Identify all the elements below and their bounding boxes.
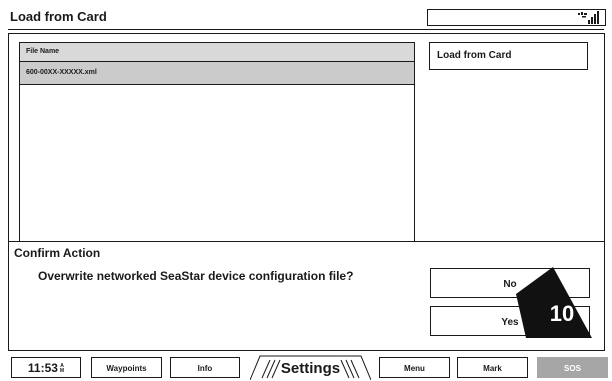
callout-number: 10 [550,301,574,326]
waypoints-button[interactable]: Waypoints [91,357,162,378]
settings-label: Settings [280,360,341,377]
load-from-card-button[interactable]: Load from Card [429,42,588,70]
confirm-title: Confirm Action [14,246,101,260]
confirm-action-panel: Confirm Action Overwrite networked SeaSt… [8,241,605,351]
info-button[interactable]: Info [170,357,240,378]
clock-time: 11:53 [27,361,58,375]
signal-strength-icon [578,11,599,24]
file-row[interactable]: 600-00XX-XXXXX.xml [20,62,414,85]
bottom-nav-bar: 11:53 A M Waypoints Info Settings Menu Mar… [0,355,612,381]
file-name-column-header: File Name [20,43,414,62]
main-frame: File Name 600-00XX-XXXXX.xml Load from C… [8,33,605,242]
mark-button[interactable]: Mark [457,357,528,378]
confirm-message: Overwrite networked SeaStar device confi… [38,269,354,283]
ampm-indicator: AM [59,362,65,374]
file-list-panel: File Name 600-00XX-XXXXX.xml [19,42,415,242]
menu-button[interactable]: Menu [379,357,450,378]
status-box [427,9,606,26]
page-title: Load from Card [10,9,107,24]
callout-arrow-icon: 10 [516,267,592,338]
settings-button[interactable]: Settings [250,355,371,380]
title-bar: Load from Card [8,6,606,30]
clock-button[interactable]: 11:53 A M [11,357,81,378]
sos-button[interactable]: SOS [537,357,608,378]
